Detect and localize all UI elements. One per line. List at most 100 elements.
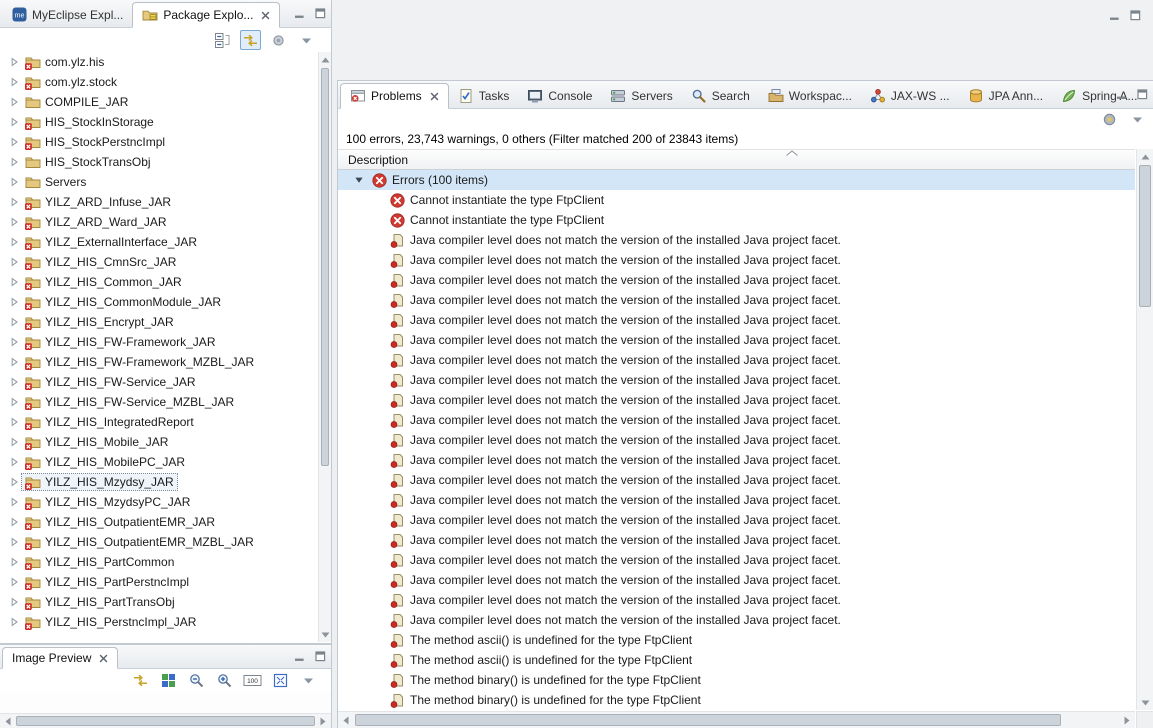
tab-myeclipse-explorer[interactable]: me MyEclipse Expl... <box>2 2 132 27</box>
actual-size-icon[interactable]: 100 <box>242 670 263 690</box>
package-explorer-item[interactable]: YILZ_HIS_PerstncImpl_JAR <box>0 612 317 632</box>
problems-hscrollbar[interactable] <box>338 711 1135 728</box>
maximize-icon[interactable] <box>314 7 326 19</box>
tab-search[interactable]: Search <box>682 83 759 108</box>
scrollbar-thumb[interactable] <box>321 68 329 466</box>
grid-icon[interactable] <box>158 670 179 690</box>
problem-row[interactable]: Java compiler level does not match the v… <box>338 610 1135 630</box>
chevron-expanded-icon[interactable] <box>351 173 366 188</box>
description-column-header[interactable]: Description <box>338 149 1135 170</box>
link-with-editor-icon[interactable] <box>240 30 261 50</box>
package-explorer-item[interactable]: YILZ_HIS_MobilePC_JAR <box>0 452 317 472</box>
package-explorer-item[interactable]: YILZ_HIS_FW-Service_JAR <box>0 372 317 392</box>
problems-group-errors[interactable]: Errors (100 items) <box>338 170 1135 190</box>
tab-workspac[interactable]: Workspac... <box>759 83 861 108</box>
tab-tasks[interactable]: Tasks <box>449 83 519 108</box>
chevron-right-icon[interactable] <box>6 335 21 350</box>
package-explorer-item[interactable]: com.ylz.stock <box>0 72 317 92</box>
minimize-icon[interactable] <box>1115 88 1127 100</box>
package-explorer-item[interactable]: YILZ_ARD_Infuse_JAR <box>0 192 317 212</box>
problem-row[interactable]: Java compiler level does not match the v… <box>338 230 1135 250</box>
package-explorer-item[interactable]: YILZ_HIS_Mzydsy_JAR <box>0 472 317 492</box>
problem-row[interactable]: Java compiler level does not match the v… <box>338 310 1135 330</box>
tab-jpa-ann[interactable]: JPA Ann... <box>959 83 1052 108</box>
problem-row[interactable]: Java compiler level does not match the v… <box>338 490 1135 510</box>
tab-servers[interactable]: Servers <box>601 83 681 108</box>
chevron-right-icon[interactable] <box>6 615 21 630</box>
problem-row[interactable]: Java compiler level does not match the v… <box>338 410 1135 430</box>
package-explorer-item[interactable]: Servers <box>0 172 317 192</box>
minimize-icon[interactable] <box>293 650 305 662</box>
close-icon[interactable] <box>261 11 270 20</box>
problem-row[interactable]: Java compiler level does not match the v… <box>338 270 1135 290</box>
problem-row[interactable]: Java compiler level does not match the v… <box>338 590 1135 610</box>
package-explorer-item[interactable]: YILZ_HIS_PartCommon <box>0 552 317 572</box>
problem-row[interactable]: The method ascii() is undefined for the … <box>338 630 1135 650</box>
scrollbar-thumb[interactable] <box>1139 165 1151 307</box>
problem-row[interactable]: Java compiler level does not match the v… <box>338 250 1135 270</box>
chevron-right-icon[interactable] <box>6 535 21 550</box>
package-explorer-item[interactable]: YILZ_ExternalInterface_JAR <box>0 232 317 252</box>
package-explorer-item[interactable]: HIS_StockInStorage <box>0 112 317 132</box>
chevron-right-icon[interactable] <box>6 435 21 450</box>
view-menu-icon[interactable] <box>298 670 319 690</box>
problem-row[interactable]: Java compiler level does not match the v… <box>338 570 1135 590</box>
chevron-right-icon[interactable] <box>6 295 21 310</box>
chevron-right-icon[interactable] <box>6 455 21 470</box>
chevron-right-icon[interactable] <box>6 75 21 90</box>
chevron-right-icon[interactable] <box>6 215 21 230</box>
chevron-right-icon[interactable] <box>6 195 21 210</box>
chevron-right-icon[interactable] <box>6 415 21 430</box>
problem-row[interactable]: Java compiler level does not match the v… <box>338 390 1135 410</box>
minimize-icon[interactable] <box>1108 9 1120 21</box>
scrollbar-thumb[interactable] <box>355 714 1061 726</box>
scroll-down-icon[interactable] <box>319 627 331 642</box>
package-explorer-item[interactable]: YILZ_HIS_PartPerstncImpl <box>0 572 317 592</box>
chevron-right-icon[interactable] <box>6 375 21 390</box>
chevron-right-icon[interactable] <box>6 495 21 510</box>
problem-row[interactable]: Java compiler level does not match the v… <box>338 530 1135 550</box>
chevron-right-icon[interactable] <box>6 315 21 330</box>
package-explorer-item[interactable]: YILZ_HIS_OutpatientEMR_MZBL_JAR <box>0 532 317 552</box>
package-explorer-item[interactable]: com.ylz.his <box>0 52 317 72</box>
package-explorer-item[interactable]: YILZ_HIS_Encrypt_JAR <box>0 312 317 332</box>
fit-image-icon[interactable] <box>270 670 291 690</box>
problem-row[interactable]: Cannot instantiate the type FtpClient <box>338 210 1135 230</box>
package-explorer-item[interactable]: YILZ_HIS_MzydsyPC_JAR <box>0 492 317 512</box>
filter-icon[interactable] <box>1099 109 1120 129</box>
problem-row[interactable]: Java compiler level does not match the v… <box>338 290 1135 310</box>
package-explorer-item[interactable]: COMPILE_JAR <box>0 92 317 112</box>
chevron-right-icon[interactable] <box>6 555 21 570</box>
chevron-right-icon[interactable] <box>6 115 21 130</box>
focus-icon[interactable] <box>268 30 289 50</box>
chevron-right-icon[interactable] <box>6 515 21 530</box>
chevron-right-icon[interactable] <box>6 55 21 70</box>
problems-vscrollbar[interactable] <box>1136 149 1153 710</box>
package-explorer-item[interactable]: YILZ_HIS_Common_JAR <box>0 272 317 292</box>
scroll-down-icon[interactable] <box>1137 695 1153 710</box>
package-explorer-item[interactable]: YILZ_HIS_FW-Service_MZBL_JAR <box>0 392 317 412</box>
problem-row[interactable]: The method ascii() is undefined for the … <box>338 650 1135 670</box>
image-preview-hscrollbar[interactable] <box>0 713 331 728</box>
package-explorer-item[interactable]: YILZ_ARD_Ward_JAR <box>0 212 317 232</box>
problem-row[interactable]: The method binary() is undefined for the… <box>338 690 1135 710</box>
collapse-all-icon[interactable] <box>212 30 233 50</box>
chevron-right-icon[interactable] <box>6 575 21 590</box>
chevron-right-icon[interactable] <box>6 155 21 170</box>
problem-row[interactable]: The method binary() is undefined for the… <box>338 670 1135 690</box>
problem-row[interactable]: Java compiler level does not match the v… <box>338 330 1135 350</box>
package-explorer-item[interactable]: YILZ_HIS_CommonModule_JAR <box>0 292 317 312</box>
scrollbar-thumb[interactable] <box>16 716 315 726</box>
package-explorer-vscrollbar[interactable] <box>318 52 331 642</box>
close-icon[interactable] <box>99 654 108 663</box>
chevron-right-icon[interactable] <box>6 475 21 490</box>
maximize-icon[interactable] <box>1129 9 1141 21</box>
zoom-out-icon[interactable] <box>186 670 207 690</box>
problem-row[interactable]: Java compiler level does not match the v… <box>338 370 1135 390</box>
package-explorer-item[interactable]: YILZ_HIS_CmnSrc_JAR <box>0 252 317 272</box>
chevron-right-icon[interactable] <box>6 135 21 150</box>
scroll-left-icon[interactable] <box>0 714 16 728</box>
problem-row[interactable]: Java compiler level does not match the v… <box>338 470 1135 490</box>
problem-row[interactable]: Java compiler level does not match the v… <box>338 550 1135 570</box>
tab-package-explorer[interactable]: Package Explo... <box>132 2 281 28</box>
